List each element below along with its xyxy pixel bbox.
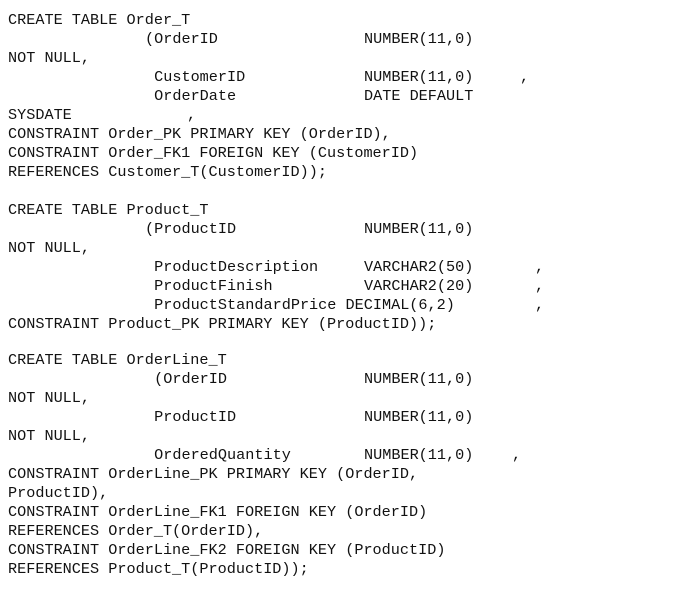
code-line: ProductID),	[8, 484, 109, 502]
code-line-comma: ,	[520, 68, 530, 86]
code-line: ProductFinish	[145, 277, 273, 295]
code-line: REFERENCES Order_T(OrderID),	[8, 522, 264, 540]
code-line: CONSTRAINT OrderLine_PK PRIMARY KEY (Ord…	[8, 465, 419, 483]
code-line: CONSTRAINT Order_FK1 FOREIGN KEY (Custom…	[8, 144, 419, 162]
code-line-comma: ,	[535, 258, 545, 276]
code-line: NOT NULL,	[8, 389, 91, 407]
code-line: ProductStandardPrice DECIMAL(6,2)	[145, 296, 455, 314]
code-line: ProductID	[145, 408, 237, 426]
code-line-type: VARCHAR2(50)	[364, 258, 474, 276]
code-line-type: NUMBER(11,0)	[364, 68, 474, 86]
code-line: ProductDescription	[145, 258, 319, 276]
code-line: SYSDATE	[8, 106, 72, 124]
code-line: CONSTRAINT Order_PK PRIMARY KEY (OrderID…	[8, 125, 391, 143]
sql-code-document: CREATE TABLE Order_T (OrderID NUMBER(11,…	[0, 0, 700, 590]
code-line: (ProductID	[145, 220, 237, 238]
code-line-type: NUMBER(11,0)	[364, 220, 474, 238]
code-line: OrderDate	[145, 87, 237, 105]
code-line-comma: ,	[535, 296, 545, 314]
code-line: CONSTRAINT Product_PK PRIMARY KEY (Produ…	[8, 315, 437, 333]
code-line: CONSTRAINT OrderLine_FK2 FOREIGN KEY (Pr…	[8, 541, 446, 559]
code-line: CONSTRAINT OrderLine_FK1 FOREIGN KEY (Or…	[8, 503, 428, 521]
code-line: (OrderID	[145, 30, 218, 48]
code-line-type: DATE DEFAULT	[364, 87, 474, 105]
code-line: REFERENCES Customer_T(CustomerID));	[8, 163, 327, 181]
code-line: CREATE TABLE Order_T	[8, 11, 191, 29]
code-line-type: NUMBER(11,0)	[364, 446, 474, 464]
code-line: (OrderID	[145, 370, 228, 388]
code-line-comma: ,	[187, 106, 197, 124]
code-line: NOT NULL,	[8, 239, 91, 257]
code-line: NOT NULL,	[8, 49, 91, 67]
code-line-comma: ,	[512, 446, 522, 464]
code-line-type: VARCHAR2(20)	[364, 277, 474, 295]
code-line: CustomerID	[145, 68, 246, 86]
code-line: CREATE TABLE OrderLine_T	[8, 351, 227, 369]
code-line: REFERENCES Product_T(ProductID));	[8, 560, 309, 578]
code-line-type: NUMBER(11,0)	[364, 30, 474, 48]
code-line-comma: ,	[535, 277, 545, 295]
code-line: NOT NULL,	[8, 427, 91, 445]
code-line-type: NUMBER(11,0)	[364, 370, 474, 388]
code-line-type: NUMBER(11,0)	[364, 408, 474, 426]
code-line: CREATE TABLE Product_T	[8, 201, 209, 219]
code-line: OrderedQuantity	[145, 446, 291, 464]
